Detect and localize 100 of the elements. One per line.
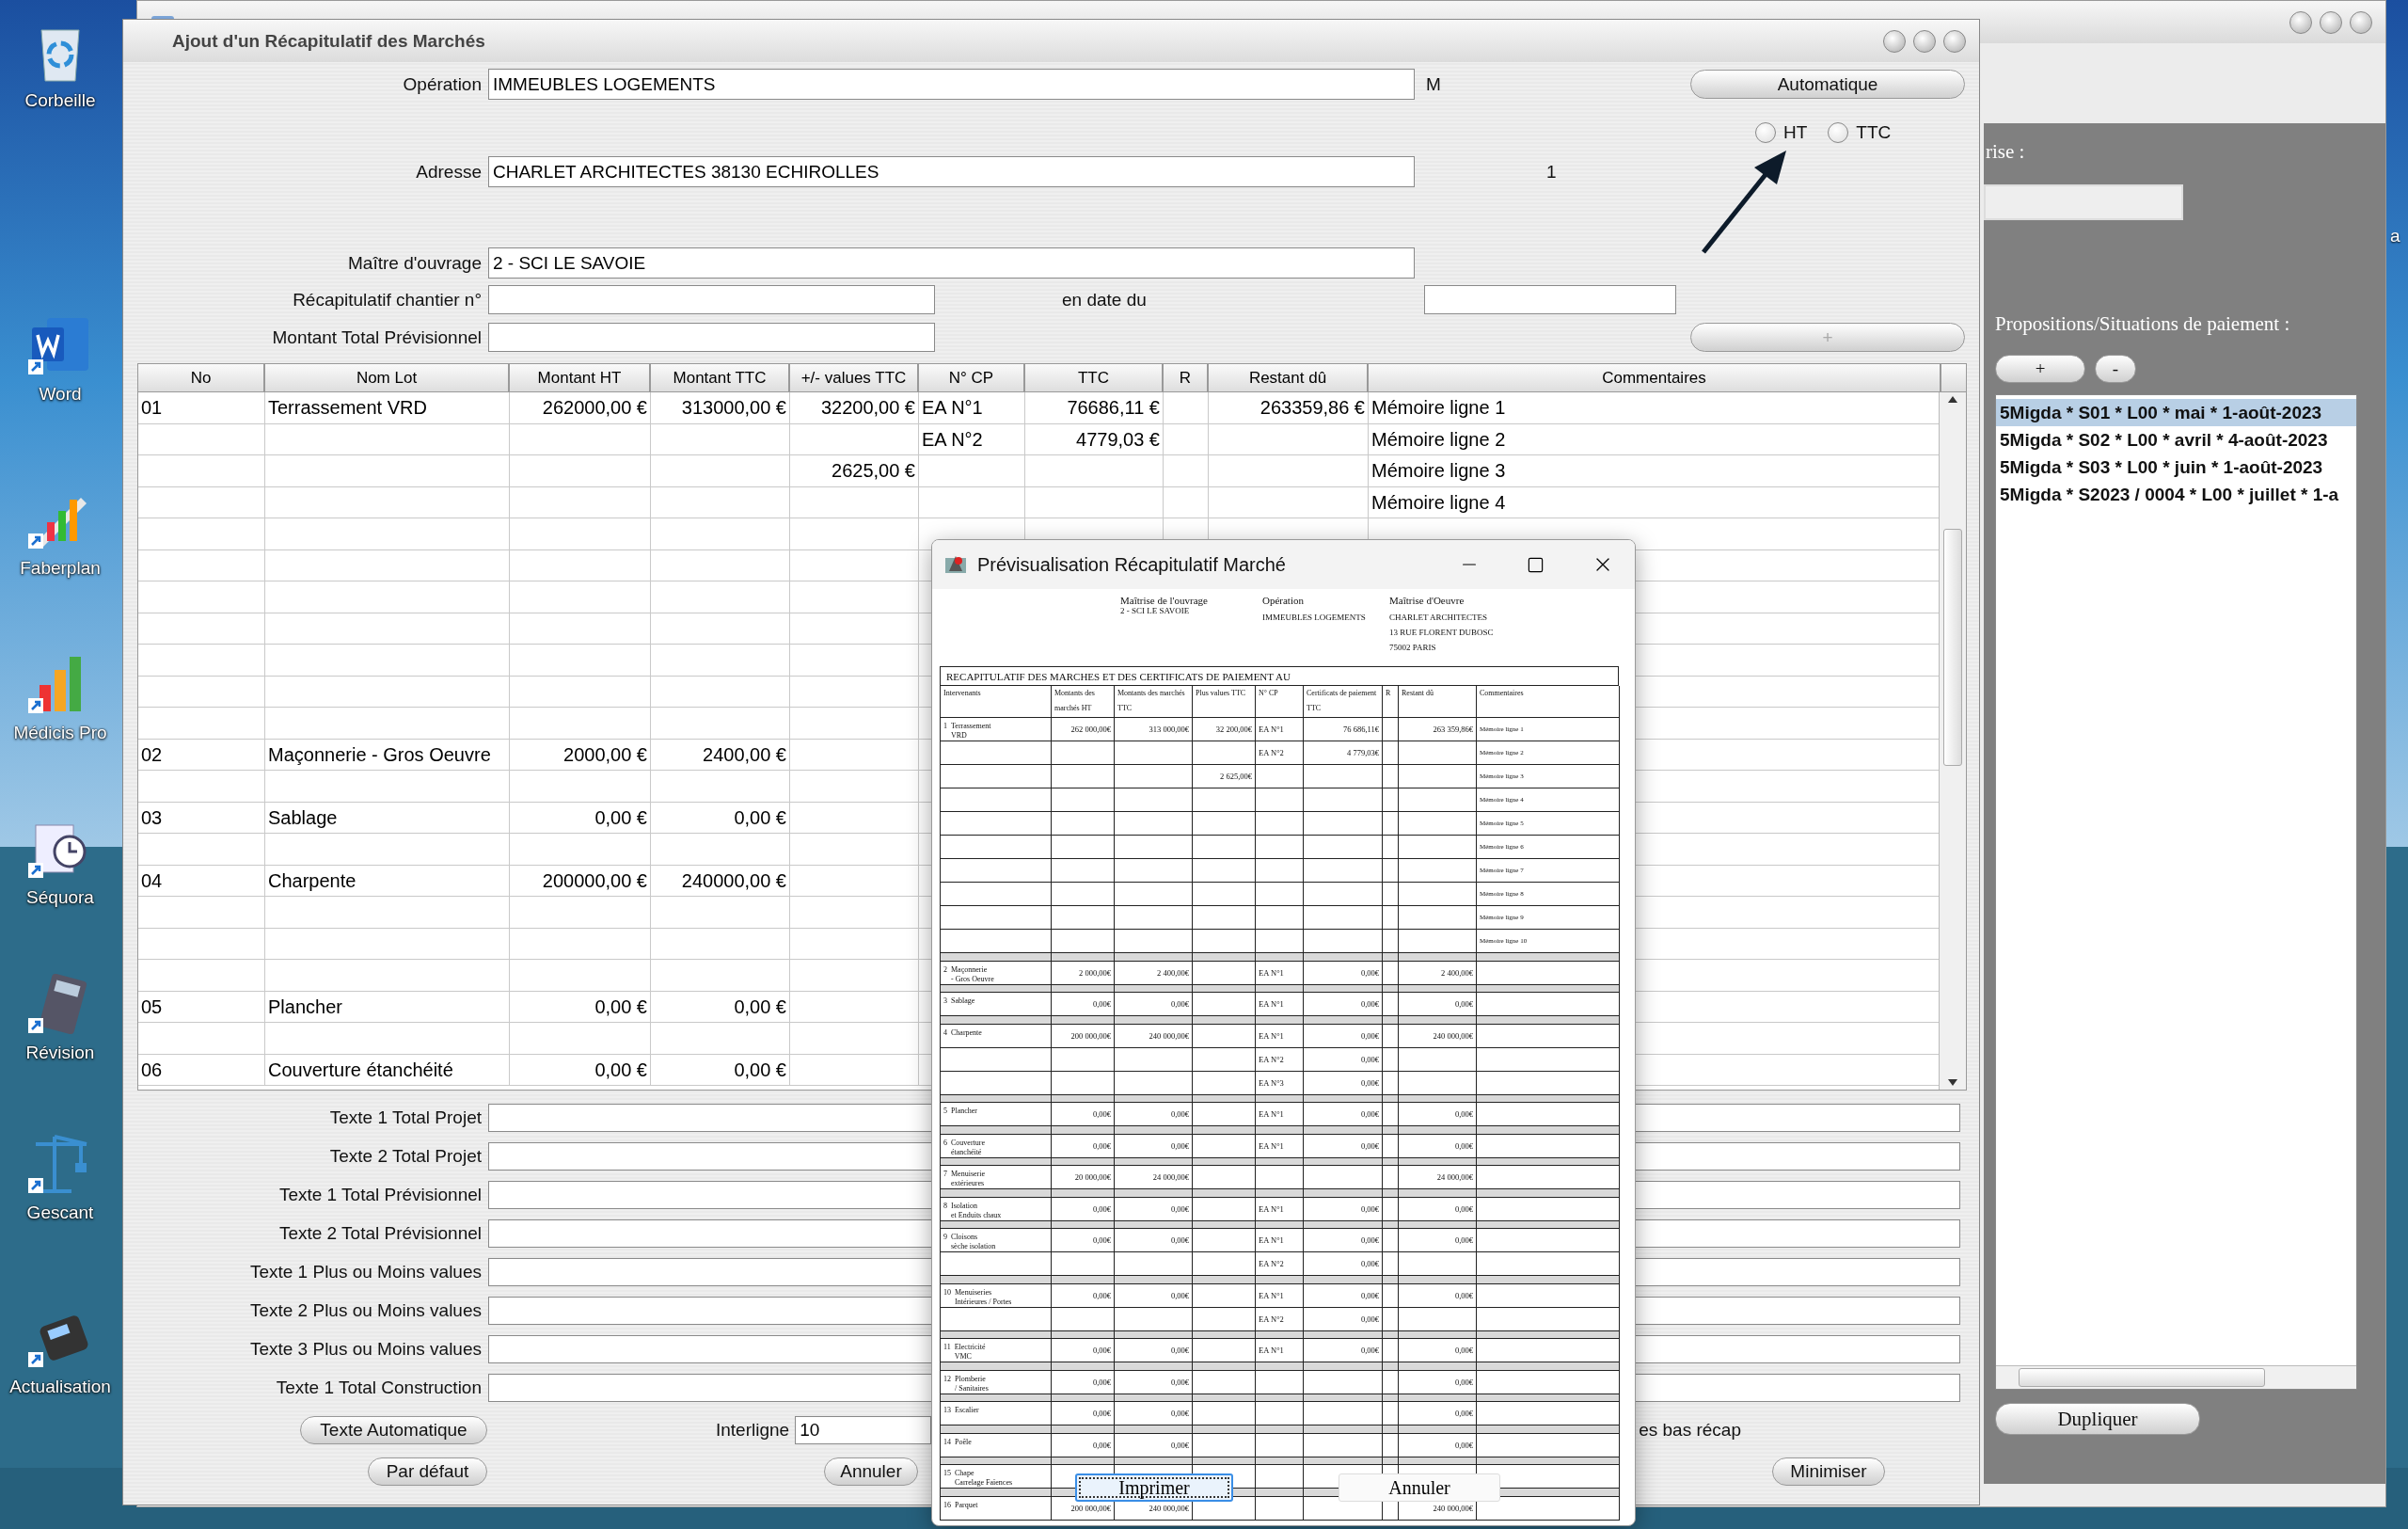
list-item[interactable]: 5Migda * S2023 / 0004 * L00 * juillet * 1-a <box>1996 481 2356 508</box>
lot-number: 11 <box>943 1343 951 1352</box>
window-button[interactable] <box>1883 29 1906 53</box>
column-header[interactable]: Restant dû <box>1209 364 1369 392</box>
table-cell: 0,00€ <box>1399 1229 1477 1252</box>
lot-number: 16 <box>943 1500 951 1510</box>
window-button[interactable] <box>2320 10 2342 34</box>
window-button[interactable] <box>2289 10 2312 34</box>
lot-number: 8 <box>943 1201 947 1211</box>
column-header[interactable]: N° CP <box>919 364 1025 392</box>
lot-name: Menuiseries Intérieures / Portes <box>955 1287 1012 1307</box>
column-header[interactable]: Nom Lot <box>265 364 510 392</box>
table-cell <box>1383 765 1399 788</box>
table-cell: 2625,00 € <box>790 455 919 487</box>
field-label: Récapitulatif chantier n° <box>292 289 482 311</box>
table-cell: 0,00 € <box>651 1054 790 1086</box>
desktop-icon-label[interactable]: Actualisation <box>9 1377 111 1397</box>
column-header[interactable]: No <box>138 364 265 392</box>
minimize-button[interactable]: Minimiser <box>1772 1457 1885 1486</box>
report-text: CHARLET ARCHITECTES <box>1389 612 1489 624</box>
lot-number: 3 <box>943 996 947 1006</box>
table-cell <box>1052 883 1115 906</box>
table-cell <box>1052 812 1115 836</box>
add-button[interactable]: + <box>1995 355 2085 383</box>
column-header[interactable]: TTC <box>1025 364 1164 392</box>
table-cell: 2 400,00€ <box>1399 961 1477 985</box>
table-cell: 0,00€ <box>1304 1197 1383 1221</box>
print-button[interactable]: Imprimer <box>1075 1473 1233 1502</box>
input-field[interactable]: IMMEUBLES LOGEMENTS <box>488 69 1415 100</box>
window-button[interactable] <box>1913 29 1936 53</box>
column-header[interactable]: +/- values TTC <box>790 364 919 392</box>
lot-number: 7 <box>943 1170 947 1179</box>
input-field[interactable]: 2 - SCI LE SAVOIE <box>488 247 1415 279</box>
remove-button[interactable]: - <box>2095 355 2136 383</box>
input-field[interactable] <box>488 285 935 314</box>
table-cell <box>1164 392 1209 424</box>
table-cell: 0,00€ <box>1399 1134 1477 1158</box>
table-cell: 0,00 € <box>651 991 790 1023</box>
table-cell <box>1052 836 1115 859</box>
column-header: Montants des marchés TTC <box>1115 686 1193 718</box>
input-field[interactable]: 10 <box>795 1416 932 1444</box>
lot-name: Menuiserie extérieures <box>951 1170 985 1188</box>
column-header[interactable]: Commentaires <box>1369 364 1941 392</box>
vertical-scrollbar[interactable] <box>1939 392 1966 1090</box>
table-cell <box>1052 906 1115 930</box>
column-header: N° CP <box>1256 686 1304 718</box>
column-header: Plus values TTC <box>1193 686 1256 718</box>
desktop-icon-label[interactable]: Gescant <box>26 1202 94 1223</box>
lot-name: Plomberie / Sanitaires <box>955 1374 989 1394</box>
automatic-button[interactable]: Automatique <box>1690 70 1965 99</box>
auto-text-button[interactable]: Texte Automatique <box>300 1416 487 1444</box>
window-title: Prévisualisation Récapitulatif Marché <box>977 553 1286 576</box>
table-cell: 32 200,00€ <box>1193 718 1256 741</box>
maximize-icon[interactable] <box>1527 555 1545 574</box>
lot-name: Cloisons sèche isolation <box>951 1233 996 1251</box>
list-item[interactable]: 5Migda * S02 * L00 * avril * 4-août-2023 <box>1996 426 2356 454</box>
field-label: Texte 2 Total Prévisionnel <box>277 1223 482 1244</box>
table-cell: 76686,11 € <box>1025 392 1164 424</box>
table-cell: EA N°1 <box>1256 1134 1304 1158</box>
field-label: Texte 2 Plus ou Moins values <box>248 1300 482 1321</box>
list-item[interactable]: 5Migda * S03 * L00 * juin * 1-août-2023 <box>1996 454 2356 481</box>
scrollbar-thumb[interactable] <box>2019 1368 2265 1387</box>
table-cell: 2 000,00€ <box>1052 961 1115 985</box>
desktop-icon-label[interactable]: Corbeille <box>24 90 96 111</box>
radio-button[interactable]: TTC <box>1828 122 1892 143</box>
table-cell: 263359,86 € <box>1209 392 1369 424</box>
table-cell: EA N°1 <box>1256 718 1304 741</box>
table-cell: 0,00€ <box>1399 1197 1477 1221</box>
radio-button[interactable]: HT <box>1755 122 1808 143</box>
desktop-icon-label[interactable]: Séquora <box>26 887 94 908</box>
field-label: Texte 1 Total Projet <box>328 1107 482 1128</box>
table-cell: 0,00€ <box>1115 1134 1193 1158</box>
column-header[interactable]: Montant HT <box>510 364 651 392</box>
input-field[interactable] <box>488 323 935 352</box>
field-label: Texte 1 Total Construction <box>275 1378 482 1398</box>
column-header[interactable]: R <box>1164 364 1209 392</box>
table-cell: 06 <box>138 1054 265 1086</box>
scrollbar-thumb[interactable] <box>1943 528 1962 766</box>
table-cell <box>1052 788 1115 812</box>
desktop-icon-label[interactable]: Révision <box>25 1043 95 1063</box>
window-button[interactable] <box>1943 29 1966 53</box>
default-button[interactable]: Par défaut <box>368 1457 487 1486</box>
cancel-button[interactable]: Annuler <box>1339 1473 1500 1502</box>
horizontal-scrollbar[interactable] <box>1996 1365 2356 1389</box>
table-cell <box>1193 788 1256 812</box>
cancel-button[interactable]: Annuler <box>824 1457 918 1486</box>
column-header[interactable]: Montant TTC <box>651 364 790 392</box>
input-field[interactable]: CHARLET ARCHITECTES 38130 ECHIROLLES <box>488 156 1415 187</box>
table-cell: Terrassement VRD <box>265 392 510 424</box>
lot-name: Escalier <box>955 1406 979 1415</box>
duplicate-button[interactable]: Dupliquer <box>1995 1403 2200 1435</box>
table-cell: 0,00€ <box>1304 1229 1383 1252</box>
list-item[interactable]: 5Migda * S01 * L00 * mai * 1-août-2023 <box>1996 399 2356 426</box>
field-label: Montant Total Prévisionnel <box>271 327 482 348</box>
table-cell: 2400,00 € <box>651 739 790 771</box>
field-label: Texte 1 Plus ou Moins values <box>248 1262 482 1282</box>
table-cell: EA N°1 <box>1256 1283 1304 1308</box>
table-cell: 0,00€ <box>1115 1197 1193 1221</box>
date-field[interactable] <box>1424 285 1676 314</box>
window-button[interactable] <box>2350 10 2372 34</box>
